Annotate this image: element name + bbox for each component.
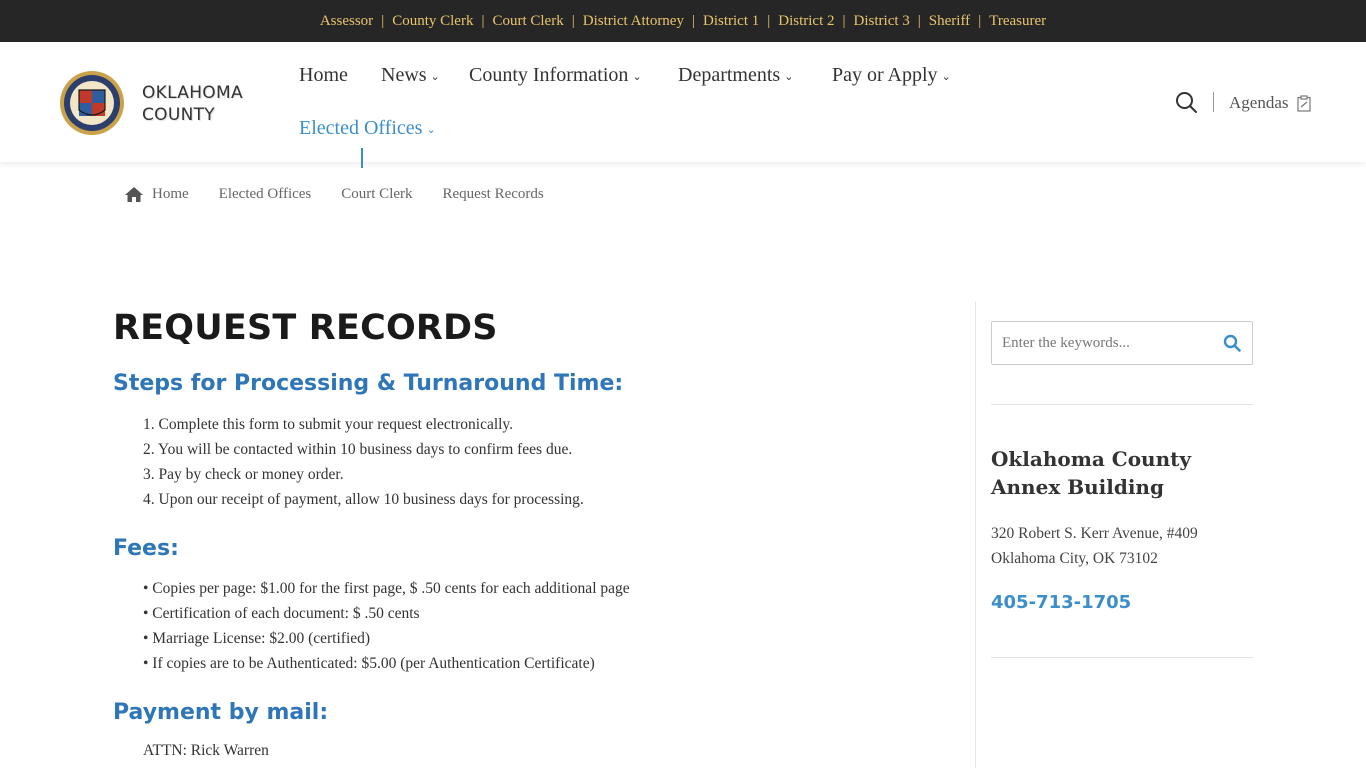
nav-active-indicator [361,148,363,168]
chevron-down-icon: ⌄ [430,71,440,83]
topbar-separator: | [571,12,575,29]
chevron-down-icon: ⌄ [784,71,794,83]
nav-county-information[interactable]: County Information ⌄ [469,64,642,87]
topbar-separator: | [917,12,921,29]
logo-line-oklahoma: OKLAHOMA [142,83,243,103]
nav-pay-or-apply[interactable]: Pay or Apply ⌄ [832,64,951,87]
fees-heading: Fees: [113,536,179,561]
agendas-link[interactable]: Agendas [1229,93,1312,113]
list-item: • If copies are to be Authenticated: $5.… [143,655,595,672]
search-icon[interactable] [1175,91,1197,113]
nav-news[interactable]: News ⌄ [381,64,440,87]
attn-line: ATTN: Rick Warren [143,742,269,759]
nav-departments-label: Departments [678,64,781,86]
list-item: • Marriage License: $2.00 (certified) [143,630,371,647]
address-line-2: Oklahoma City, OK 73102 [991,550,1158,567]
topbar-link-court-clerk[interactable]: Court Clerk [492,13,563,30]
list-item: 4. Upon our receipt of payment, allow 10… [143,491,584,508]
steps-list: 1. Complete this form to submit your req… [143,412,584,512]
county-seal-logo[interactable] [59,70,125,136]
chevron-down-icon: ⌄ [426,124,436,136]
topbar-link-district-1[interactable]: District 1 [703,13,759,30]
page-title: REQUEST RECORDS [113,308,498,348]
header-divider [1213,92,1214,112]
topbar-link-district-2[interactable]: District 2 [778,13,834,30]
topbar-separator: | [767,12,771,29]
topbar-separator: | [691,12,695,29]
nav-news-label: News [381,64,427,86]
home-icon [125,187,143,202]
breadcrumb: Home Elected Offices Court Clerk Request… [124,186,574,203]
clipboard-icon [1297,94,1312,112]
list-item: 1. Complete this form to submit your req… [143,416,514,433]
topbar-link-district-attorney[interactable]: District Attorney [583,13,684,30]
annex-phone-link[interactable]: 405-713-1705 [991,592,1131,613]
address-line-1: 320 Robert S. Kerr Avenue, #409 [991,525,1198,542]
topbar-separator: | [481,12,485,29]
breadcrumb-elected-offices[interactable]: Elected Offices [219,186,312,203]
chevron-down-icon: ⌄ [632,71,642,83]
chevron-down-icon: ⌄ [941,71,951,83]
nav-elected-offices-label: Elected Offices [299,117,423,139]
breadcrumb-court-clerk[interactable]: Court Clerk [341,186,412,203]
nav-pay-or-apply-label: Pay or Apply [832,64,938,86]
steps-heading: Steps for Processing & Turnaround Time: [113,371,624,396]
sidebar-separator [991,657,1253,658]
nav-home-label: Home [299,64,348,86]
sidebar-divider [975,302,976,768]
topbar-link-treasurer[interactable]: Treasurer [989,13,1046,30]
topbar-link-district-3[interactable]: District 3 [854,13,910,30]
sidebar-separator [991,404,1253,405]
search-icon[interactable] [1223,334,1241,352]
list-item: • Copies per page: $1.00 for the first p… [143,580,630,597]
payment-by-mail-heading: Payment by mail: [113,700,329,725]
nav-county-information-label: County Information [469,64,629,86]
topbar-link-county-clerk[interactable]: County Clerk [392,13,473,30]
list-item: 3. Pay by check or money order. [143,466,344,483]
fees-list: • Copies per page: $1.00 for the first p… [143,576,630,676]
topbar-separator: | [978,12,982,29]
sidebar-search-box [991,321,1253,365]
list-item: 2. You will be contacted within 10 busin… [143,441,573,458]
nav-departments[interactable]: Departments ⌄ [678,64,793,87]
top-links-bar: Assessor | County Clerk | Court Clerk | … [0,0,1366,42]
annex-address: 320 Robert S. Kerr Avenue, #409 Oklahoma… [991,521,1198,571]
topbar-separator: | [842,12,846,29]
breadcrumb-home[interactable]: Home [124,186,189,203]
logo-line-county: COUNTY [142,105,215,125]
logo-wordmark[interactable]: OKLAHOMA COUNTY [142,82,243,126]
breadcrumb-home-label: Home [152,186,189,202]
nav-elected-offices[interactable]: Elected Offices ⌄ [299,117,436,140]
topbar-link-sheriff[interactable]: Sheriff [929,13,970,30]
agendas-label: Agendas [1229,93,1289,112]
topbar-separator: | [381,12,385,29]
annex-building-title: Oklahoma County Annex Building [991,447,1191,499]
sidebar-search-input[interactable] [992,323,1212,363]
list-item: • Certification of each document: $ .50 … [143,605,420,622]
breadcrumb-current-page: Request Records [442,186,544,202]
site-header: OKLAHOMA COUNTY Home News ⌄ County Inform… [0,42,1366,162]
nav-home[interactable]: Home [299,64,348,87]
topbar-link-assessor[interactable]: Assessor [320,13,373,30]
